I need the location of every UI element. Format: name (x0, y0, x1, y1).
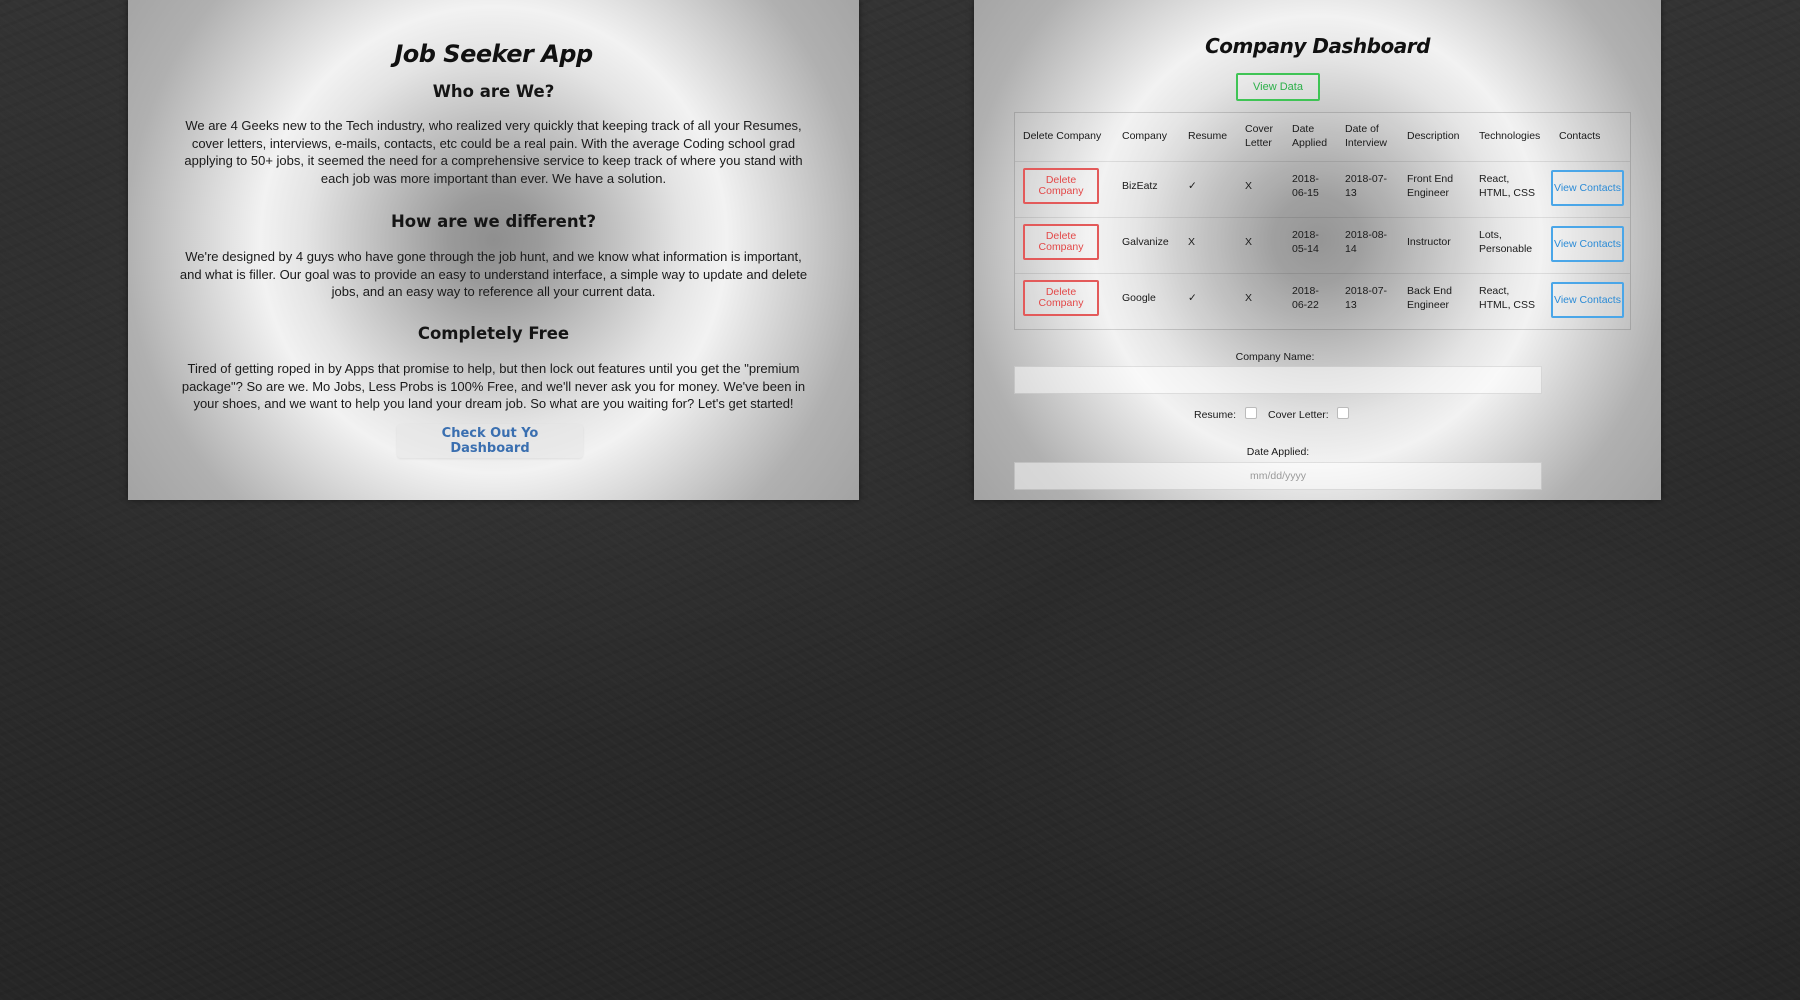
cell-date-applied: 2018-05-14 (1292, 229, 1319, 255)
company-name-input[interactable] (1014, 366, 1542, 394)
delete-company-button[interactable]: Delete Company (1023, 280, 1099, 316)
dashboard-cta-button[interactable]: Check Out Yo Dashboard (397, 424, 583, 458)
section-text-who: We are 4 Geeks new to the Tech industry,… (184, 118, 803, 186)
cell-description: Back End Engineer (1407, 285, 1452, 311)
row-divider (1015, 273, 1630, 274)
home-panel: Job Seeker App Who are We? We are 4 Geek… (128, 0, 859, 500)
view-contacts-button[interactable]: View Contacts (1551, 170, 1624, 206)
cover-letter-label: Cover Letter: (1268, 409, 1329, 421)
resume-checkbox[interactable] (1245, 407, 1257, 419)
column-header-date-interview: Date of Interview (1345, 123, 1388, 149)
cell-company: Galvanize (1122, 236, 1169, 248)
view-contacts-button[interactable]: View Contacts (1551, 226, 1624, 262)
cell-date-interview: 2018-08-14 (1345, 229, 1388, 255)
column-header-contacts: Contacts (1559, 130, 1601, 142)
cell-technologies: React, HTML, CSS (1479, 285, 1536, 311)
cell-technologies: Lots, Personable (1479, 229, 1533, 255)
resume-label: Resume: (1194, 409, 1237, 421)
delete-company-button[interactable]: Delete Company (1023, 224, 1099, 260)
section-heading-who: Who are We? (432, 82, 555, 101)
date-applied-input[interactable] (1014, 462, 1542, 490)
date-applied-label: Date Applied: (1246, 446, 1310, 458)
column-header-date-applied: Date Applied (1292, 123, 1328, 149)
cell-cover-letter: X (1245, 292, 1253, 304)
cover-letter-checkbox[interactable] (1337, 407, 1349, 419)
column-header-resume: Resume (1188, 130, 1228, 142)
app-title: Job Seeker App (394, 40, 593, 68)
cell-cover-letter: X (1245, 236, 1253, 248)
companies-table: Delete Company Company Resume Cover Lett… (1014, 112, 1631, 330)
section-heading-different: How are we different? (390, 212, 597, 231)
view-data-button[interactable]: View Data (1236, 73, 1320, 101)
cell-description: Instructor (1407, 236, 1451, 248)
dashboard-title: Company Dashboard (1205, 34, 1430, 58)
column-header-description: Description (1407, 130, 1460, 142)
cell-cover-letter: X (1245, 180, 1253, 192)
company-name-label: Company Name: (1235, 351, 1315, 363)
row-divider (1015, 161, 1630, 162)
cell-description: Front End Engineer (1407, 173, 1454, 199)
column-header-company: Company (1122, 130, 1167, 142)
cell-company: BizEatz (1122, 180, 1158, 192)
cell-company: Google (1122, 292, 1156, 304)
column-header-cover-letter: Cover Letter (1245, 123, 1274, 149)
cell-resume: X (1188, 236, 1196, 248)
cell-date-applied: 2018-06-15 (1292, 173, 1319, 199)
cell-date-interview: 2018-07-13 (1345, 285, 1388, 311)
delete-company-button[interactable]: Delete Company (1023, 168, 1099, 204)
cell-date-interview: 2018-07-13 (1345, 173, 1388, 199)
cell-date-applied: 2018-06-22 (1292, 285, 1319, 311)
view-contacts-button[interactable]: View Contacts (1551, 282, 1624, 318)
section-heading-free: Completely Free (417, 324, 570, 343)
section-text-different: We're designed by 4 guys who have gone t… (179, 249, 808, 299)
row-divider (1015, 217, 1630, 218)
dashboard-panel: Company Dashboard View Data Delete Compa… (974, 0, 1661, 500)
column-header-delete: Delete Company (1023, 130, 1102, 142)
column-header-technologies: Technologies (1479, 130, 1541, 142)
cell-resume: ✓ (1188, 292, 1197, 304)
cell-resume: ✓ (1188, 180, 1197, 192)
cell-technologies: React, HTML, CSS (1479, 173, 1536, 199)
section-text-free: Tired of getting roped in by Apps that p… (181, 361, 806, 411)
